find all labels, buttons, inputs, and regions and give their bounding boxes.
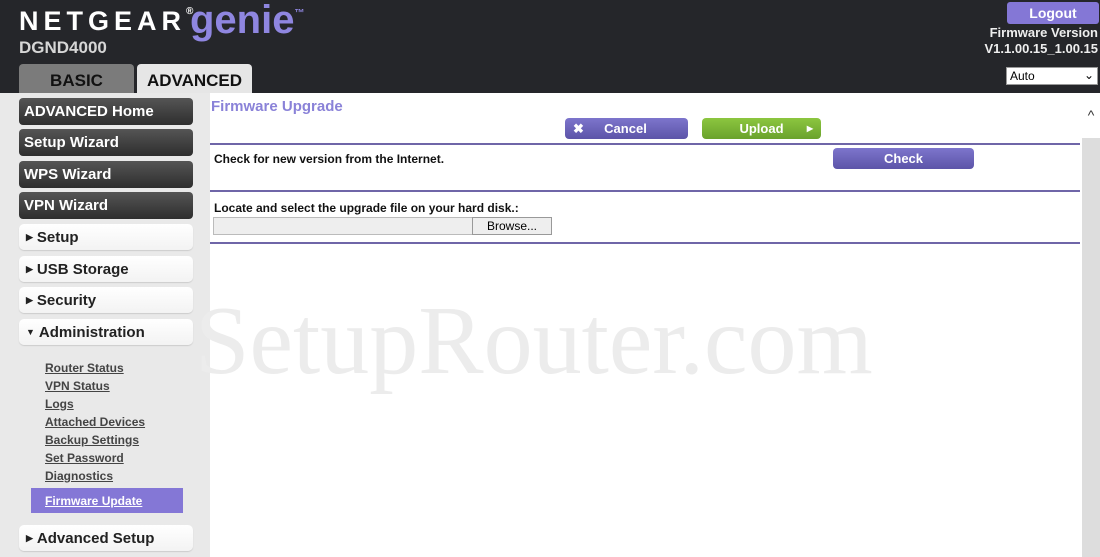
check-button[interactable]: Check: [833, 148, 974, 169]
firmware-version-value: V1.1.00.15_1.00.15: [984, 41, 1099, 56]
file-path-input[interactable]: [213, 217, 473, 235]
cancel-button[interactable]: ✖ Cancel: [565, 118, 688, 139]
link-attached-devices[interactable]: Attached Devices: [45, 415, 145, 429]
language-select[interactable]: Auto ⌄: [1006, 67, 1098, 85]
vpn-wizard-button[interactable]: VPN Wizard: [19, 192, 193, 219]
browse-button[interactable]: Browse...: [472, 217, 552, 235]
triangle-right-icon: ▶: [26, 264, 33, 274]
page-title: Firmware Upgrade: [211, 98, 343, 115]
sidebar: ADVANCED Home Setup Wizard WPS Wizard VP…: [0, 93, 210, 557]
scrollbar[interactable]: ^: [1082, 93, 1100, 557]
link-vpn-status[interactable]: VPN Status: [45, 379, 110, 393]
link-diagnostics[interactable]: Diagnostics: [45, 469, 113, 483]
sidebar-item-setup[interactable]: ▶ Setup: [19, 224, 193, 250]
triangle-right-icon: ▶: [26, 295, 33, 305]
divider: [210, 242, 1080, 244]
wps-wizard-button[interactable]: WPS Wizard: [19, 161, 193, 188]
check-label: Check for new version from the Internet.: [214, 152, 445, 166]
sidebar-item-security[interactable]: ▶ Security: [19, 287, 193, 313]
header: NETGEAR® genie™ DGND4000 BASIC ADVANCED …: [0, 0, 1100, 93]
chevron-down-icon: ⌄: [1083, 68, 1094, 82]
scroll-up-icon[interactable]: ^: [1082, 93, 1100, 138]
divider: [210, 190, 1080, 192]
triangle-down-icon: ▼: [26, 327, 35, 337]
tab-advanced[interactable]: ADVANCED: [137, 64, 252, 93]
link-backup-settings[interactable]: Backup Settings: [45, 433, 139, 447]
triangle-right-icon: ▶: [26, 232, 33, 242]
logout-button[interactable]: Logout: [1007, 2, 1099, 24]
netgear-logo: NETGEAR®: [19, 6, 199, 36]
divider: [210, 143, 1080, 145]
locate-label: Locate and select the upgrade file on yo…: [214, 201, 519, 215]
firmware-version-label: Firmware Version: [989, 25, 1098, 40]
triangle-right-icon: ▶: [26, 533, 33, 543]
tab-basic[interactable]: BASIC: [19, 64, 134, 93]
sidebar-item-usb-storage[interactable]: ▶ USB Storage: [19, 256, 193, 282]
upload-button[interactable]: Upload ▶: [702, 118, 821, 139]
advanced-home-button[interactable]: ADVANCED Home: [19, 98, 193, 125]
main-content: Firmware Upgrade ✖ Cancel Upload ▶ Check f…: [210, 93, 1082, 557]
link-router-status[interactable]: Router Status: [45, 361, 124, 375]
link-firmware-update-active[interactable]: Firmware Update: [31, 488, 183, 513]
sidebar-item-administration[interactable]: ▼ Administration: [19, 319, 193, 345]
setup-wizard-button[interactable]: Setup Wizard: [19, 129, 193, 156]
link-logs[interactable]: Logs: [45, 397, 74, 411]
model-name: DGND4000: [19, 38, 107, 57]
close-icon: ✖: [573, 121, 584, 136]
play-icon: ▶: [806, 124, 813, 133]
sidebar-item-advanced-setup[interactable]: ▶ Advanced Setup: [19, 525, 193, 551]
genie-logo: genie™: [190, 0, 305, 42]
link-set-password[interactable]: Set Password: [45, 451, 124, 465]
